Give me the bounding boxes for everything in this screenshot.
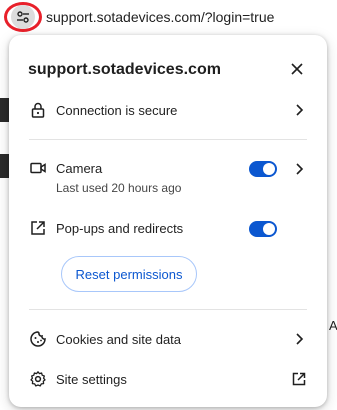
popup-title: support.sotadevices.com (28, 61, 221, 78)
gear-icon (29, 370, 47, 388)
camera-toggle[interactable] (249, 161, 277, 177)
chevron-right-icon[interactable] (291, 161, 307, 177)
lock-icon (29, 101, 47, 119)
open-in-new-icon (291, 371, 307, 387)
site-info-popup: support.sotadevices.com Connection is se… (9, 35, 327, 407)
close-button[interactable] (287, 59, 307, 79)
tune-icon (11, 5, 35, 29)
divider (29, 309, 307, 310)
cookie-icon (29, 330, 47, 348)
site-info-button[interactable] (4, 2, 42, 32)
close-icon (291, 63, 303, 75)
open-in-new-icon (29, 219, 47, 237)
reset-permissions-button[interactable]: Reset permissions (61, 256, 197, 292)
camera-last-used: Last used 20 hours ago (56, 181, 182, 195)
camera-label: Camera (56, 161, 103, 176)
background-text: A (329, 318, 337, 333)
site-settings-row[interactable]: Site settings (9, 365, 327, 395)
url-text[interactable]: support.sotadevices.com/?login=true (46, 9, 274, 25)
videocam-icon (29, 159, 47, 177)
connection-row[interactable]: Connection is secure (9, 95, 327, 125)
address-bar: support.sotadevices.com/?login=true (0, 0, 337, 34)
chevron-right-icon (291, 331, 307, 347)
cookies-label: Cookies and site data (56, 332, 182, 347)
cookies-row[interactable]: Cookies and site data (9, 325, 327, 355)
popups-toggle[interactable] (249, 221, 277, 237)
chevron-right-icon (291, 102, 307, 118)
toggle-knob (263, 163, 275, 175)
popups-row[interactable]: Pop-ups and redirects (9, 213, 327, 243)
toggle-knob (263, 223, 275, 235)
site-settings-label: Site settings (56, 372, 127, 387)
popups-label: Pop-ups and redirects (56, 221, 184, 236)
divider (29, 139, 307, 140)
connection-label: Connection is secure (56, 103, 178, 118)
camera-row[interactable]: Camera Last used 20 hours ago (9, 153, 327, 195)
